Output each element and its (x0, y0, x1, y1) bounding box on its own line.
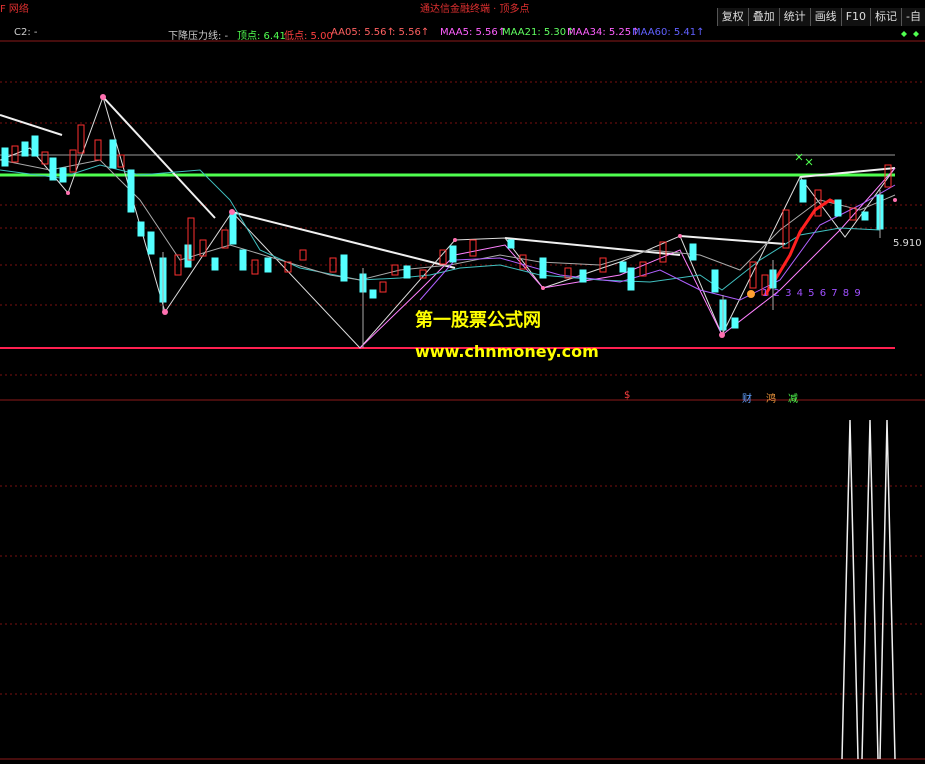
tag-cai: 财 (742, 394, 752, 405)
lower-grid (0, 485, 925, 695)
tag-s: $ (624, 390, 631, 401)
tag-hong: 鸿 (766, 394, 776, 405)
price-label: 5.910 (893, 238, 922, 249)
pivot-markers (66, 94, 897, 338)
ma-purple (419, 184, 896, 301)
legend-c2: C2: - (14, 27, 38, 38)
fuquan-button[interactable]: 复权 (716, 8, 748, 26)
legend-pressure-line: 下降压力线: - (168, 31, 229, 42)
left-tab[interactable]: F 网络 (0, 0, 29, 15)
legend-low-point: 低点: 5.00 (284, 31, 333, 42)
tag-jian: 减 (788, 394, 798, 405)
legend-aa05: AA05: 5.56↑ (331, 27, 395, 38)
legend-maa5: MAA5: 5.56↑ (440, 27, 507, 38)
x-markers (795, 153, 813, 166)
auto-button[interactable]: -自 (901, 8, 925, 26)
kline-chart[interactable] (0, 0, 925, 764)
hand-icon (747, 290, 755, 298)
legend-maa21: MAA21: 5.30↑ (502, 27, 575, 38)
watermark-title: 第一股票公式网 (415, 310, 541, 331)
f10-button[interactable]: F10 (840, 8, 871, 26)
watermark-url: www.chnmoney.com (415, 342, 599, 361)
toolbar: 复权 叠加 统计 画线 F10 标记 -自 (716, 8, 925, 26)
legend-dots (901, 31, 919, 37)
legend-maa60: MAA60: 5.41↑ (632, 27, 705, 38)
draw-line-button[interactable]: 画线 (809, 8, 841, 26)
sequence-counter: 1 2 3 4 5 6 7 8 9 (762, 288, 862, 299)
stats-button[interactable]: 统计 (778, 8, 810, 26)
window-title: 通达信金融终端 · 顶多点 (420, 4, 530, 15)
overlay-button[interactable]: 叠加 (747, 8, 779, 26)
legend-aa05-b: : 5.56↑ (392, 27, 430, 38)
legend-top-point: 顶点: 6.41 (237, 31, 286, 42)
legend-maa34: MAA34: 5.25↑ (567, 27, 640, 38)
mark-button[interactable]: 标记 (870, 8, 902, 26)
indicator-spikes (841, 419, 896, 760)
